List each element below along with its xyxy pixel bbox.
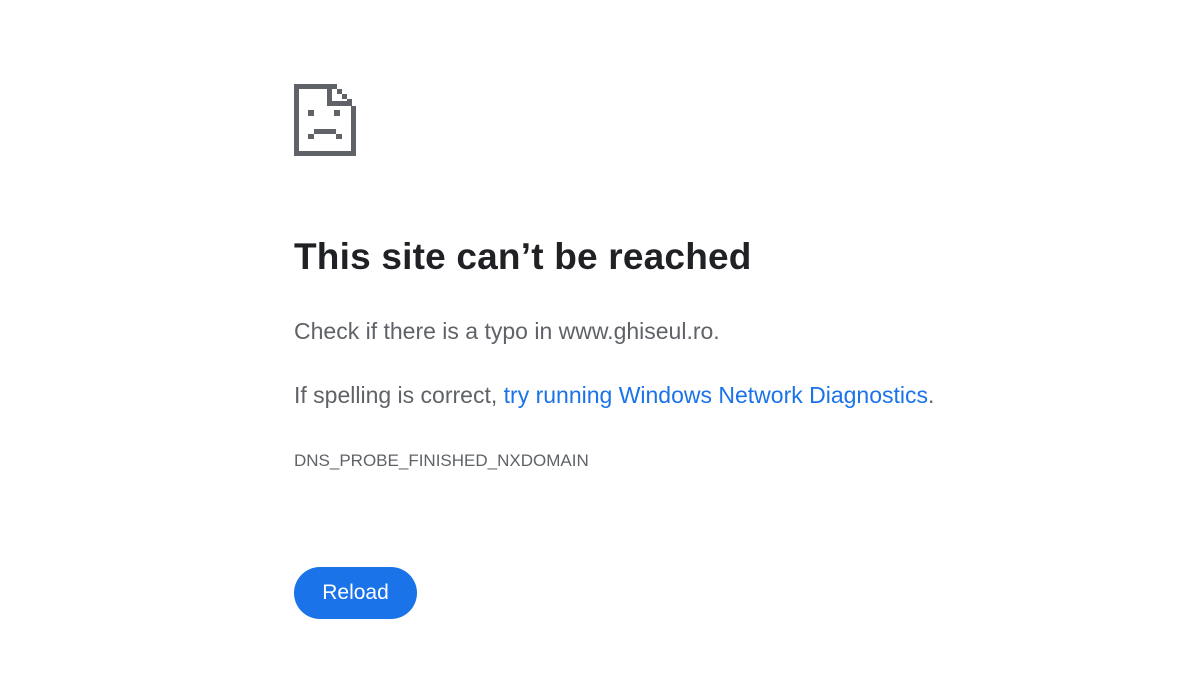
reload-button[interactable]: Reload bbox=[294, 567, 417, 619]
sad-file-icon bbox=[294, 84, 356, 156]
diagnostics-message: If spelling is correct, try running Wind… bbox=[294, 382, 934, 409]
page-title: This site can’t be reached bbox=[294, 236, 752, 277]
error-code: DNS_PROBE_FINISHED_NXDOMAIN bbox=[294, 451, 589, 470]
network-diagnostics-link[interactable]: try running Windows Network Diagnostics bbox=[504, 382, 928, 408]
error-page-content: This site can’t be reached Check if ther… bbox=[294, 0, 1154, 675]
diagnostics-prefix: If spelling is correct, bbox=[294, 382, 504, 408]
diagnostics-suffix: . bbox=[928, 382, 935, 408]
typo-message: Check if there is a typo in www.ghiseul.… bbox=[294, 318, 720, 344]
